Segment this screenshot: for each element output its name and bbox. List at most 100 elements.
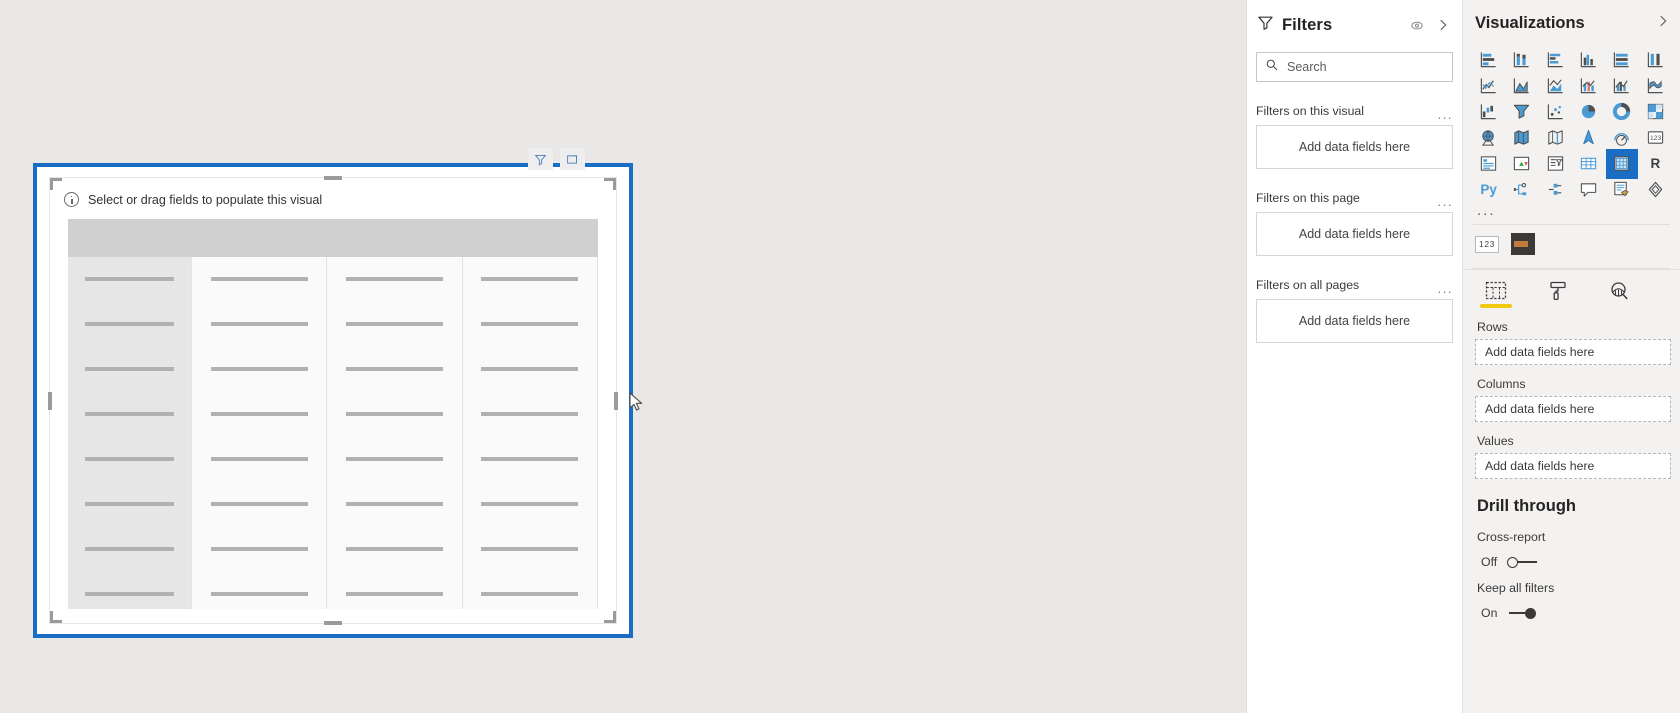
skeleton-cell-bar [85, 412, 174, 416]
search-icon [1265, 58, 1279, 77]
skeleton-column [327, 257, 463, 609]
resize-handle-left[interactable] [48, 391, 52, 410]
collapse-pane-icon[interactable] [1434, 16, 1452, 34]
visualization-type-grid[interactable]: 123 R Py [1463, 43, 1680, 201]
crop-mark-bottom-left [50, 611, 62, 623]
filter-dropzone[interactable]: Add data fields here [1256, 125, 1453, 169]
columns-well-dropzone[interactable]: Add data fields here [1475, 396, 1671, 422]
skeleton-cell-bar [481, 367, 579, 371]
multi-row-card-icon[interactable] [1473, 152, 1504, 175]
stacked-area-chart-icon[interactable] [1540, 74, 1571, 97]
gauge-icon[interactable] [1606, 126, 1637, 149]
shape-map-icon[interactable] [1540, 126, 1571, 149]
skeleton-cell-bar [346, 277, 443, 281]
color-swatch-icon[interactable] [1511, 233, 1535, 255]
power-apps-icon[interactable] [1640, 178, 1671, 201]
visualizations-pane: Visualizations 123 R Py ... 123 Rows Add… [1462, 0, 1680, 713]
cross-report-toggle[interactable]: Off [1463, 549, 1680, 569]
skeleton-cell-bar [210, 457, 308, 461]
chevron-right-icon[interactable] [1656, 14, 1670, 33]
skeleton-cell-bar [481, 412, 579, 416]
skeleton-cell-bar [85, 547, 174, 551]
key-influencers-icon[interactable] [1540, 178, 1571, 201]
values-well-dropzone[interactable]: Add data fields here [1475, 453, 1671, 479]
filters-search-input[interactable]: Search [1256, 52, 1453, 82]
ribbon-chart-icon[interactable] [1640, 74, 1671, 97]
scatter-chart-icon[interactable] [1540, 100, 1571, 123]
skeleton-cell-bar [85, 502, 174, 506]
skeleton-cell-bar [346, 502, 443, 506]
donut-chart-icon[interactable] [1606, 100, 1637, 123]
info-circle-icon [64, 192, 79, 207]
filter-group: Filters on this visual... Add data fields… [1256, 104, 1453, 169]
keep-all-filters-toggle-switch[interactable] [1505, 607, 1539, 620]
resize-handle-right[interactable] [614, 391, 618, 410]
focus-mode-icon[interactable] [560, 148, 585, 170]
skeleton-cell-bar [481, 457, 579, 461]
stacked-column-chart-icon[interactable] [1506, 48, 1537, 71]
clustered-column-chart-icon[interactable] [1573, 48, 1604, 71]
stacked-bar-chart-icon[interactable] [1473, 48, 1504, 71]
skeleton-cell-bar [481, 592, 579, 596]
card-icon[interactable]: 123 [1640, 126, 1671, 149]
filter-group-menu-icon[interactable]: ... [1437, 281, 1453, 295]
line-clustered-column-chart-icon[interactable] [1606, 74, 1637, 97]
filter-group-title: Filters on all pages [1256, 278, 1360, 292]
area-chart-icon[interactable] [1506, 74, 1537, 97]
columns-well-label: Columns [1477, 377, 1526, 391]
filter-icon[interactable] [528, 148, 553, 170]
hide-filters-icon[interactable] [1408, 16, 1426, 34]
pie-chart-icon[interactable] [1573, 100, 1604, 123]
treemap-icon[interactable] [1640, 100, 1671, 123]
matrix-icon[interactable] [1606, 152, 1637, 175]
filled-map-icon[interactable] [1506, 126, 1537, 149]
r-script-visual-icon[interactable]: R [1640, 152, 1671, 175]
filter-group-menu-icon[interactable]: ... [1437, 107, 1453, 121]
clustered-bar-chart-icon[interactable] [1540, 48, 1571, 71]
analytics-tab[interactable] [1603, 280, 1637, 308]
matrix-visual-placeholder[interactable]: Select or drag fields to populate this v… [49, 177, 617, 624]
format-tab[interactable] [1541, 280, 1575, 308]
skeleton-cell-bar [481, 322, 579, 326]
line-chart-icon[interactable] [1473, 74, 1504, 97]
skeleton-cell-bar [346, 322, 443, 326]
skeleton-cell-bar [481, 547, 579, 551]
stacked-column-100-icon[interactable] [1640, 48, 1671, 71]
stacked-bar-100-icon[interactable] [1606, 48, 1637, 71]
slicer-icon[interactable] [1540, 152, 1571, 175]
crop-mark-top-left [50, 178, 62, 190]
skeleton-cell-bar [481, 502, 579, 506]
line-stacked-column-chart-icon[interactable] [1573, 74, 1604, 97]
filter-dropzone[interactable]: Add data fields here [1256, 212, 1453, 256]
decomposition-tree-icon[interactable] [1506, 178, 1537, 201]
number-format-icon[interactable]: 123 [1475, 235, 1499, 253]
rows-well-dropzone[interactable]: Add data fields here [1475, 339, 1671, 365]
filter-group-menu-icon[interactable]: ... [1437, 194, 1453, 208]
cross-report-toggle-switch[interactable] [1505, 556, 1539, 569]
resize-handle-bottom[interactable] [324, 621, 342, 625]
fields-tab[interactable] [1479, 280, 1513, 308]
filter-dropzone[interactable]: Add data fields here [1256, 299, 1453, 343]
crop-mark-bottom-right [604, 611, 616, 623]
filter-group-header: Filters on this visual... [1256, 104, 1453, 121]
analytics-tab-indicator [1604, 304, 1636, 308]
paginated-report-icon[interactable] [1606, 178, 1637, 201]
py-script-visual-icon[interactable]: Py [1473, 178, 1504, 201]
more-visuals-icon[interactable]: ... [1463, 201, 1680, 219]
report-canvas[interactable]: Select or drag fields to populate this v… [0, 0, 1246, 713]
funnel-chart-icon[interactable] [1506, 100, 1537, 123]
kpi-icon[interactable] [1506, 152, 1537, 175]
waterfall-chart-icon[interactable] [1473, 100, 1504, 123]
map-icon[interactable] [1473, 126, 1504, 149]
format-tab-indicator [1542, 304, 1574, 308]
skeleton-cell-bar [85, 457, 174, 461]
keep-all-filters-toggle[interactable]: On [1463, 600, 1680, 620]
visualizations-pane-title: Visualizations [1475, 14, 1585, 32]
smart-narrative-icon[interactable] [1573, 178, 1604, 201]
arcgis-map-icon[interactable] [1573, 126, 1604, 149]
filter-group: Filters on this page... Add data fields h… [1256, 191, 1453, 256]
filters-pane-title: Filters [1282, 15, 1333, 34]
selected-visual-frame[interactable]: Select or drag fields to populate this v… [33, 163, 633, 638]
table-icon[interactable] [1573, 152, 1604, 175]
resize-handle-top[interactable] [324, 176, 342, 180]
